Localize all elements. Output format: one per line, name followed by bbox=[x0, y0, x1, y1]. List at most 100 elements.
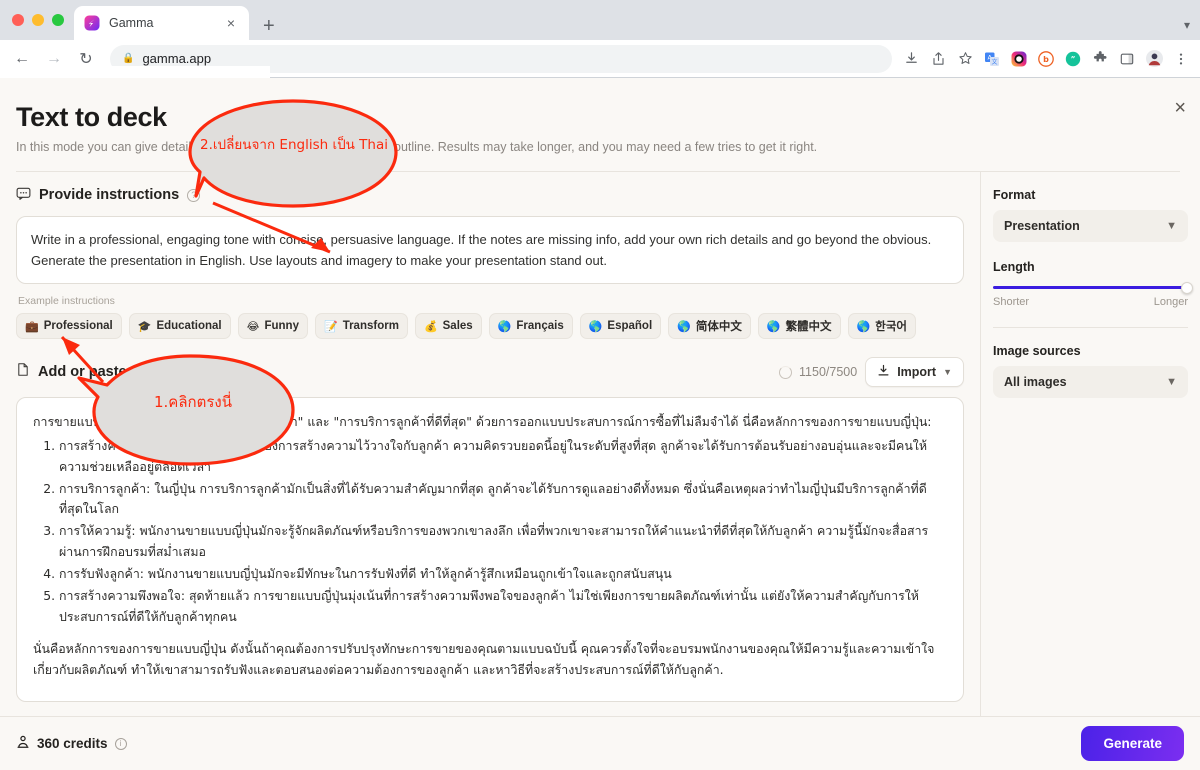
chip-label: 简体中文 bbox=[695, 321, 742, 334]
downloads-icon[interactable] bbox=[902, 50, 920, 68]
list-item: การให้ความรู้: พนักงานขายแบบญี่ปุ่นมักจะ… bbox=[59, 521, 947, 563]
chip-traditional-chinese[interactable]: 🌎 繁體中文 bbox=[757, 313, 841, 340]
memo-icon: 📝 bbox=[323, 320, 338, 333]
grammarly-icon[interactable]: ” bbox=[1064, 50, 1082, 68]
tab-list-chevron-icon[interactable]: ▾ bbox=[1184, 18, 1190, 32]
info-icon[interactable]: i bbox=[114, 737, 127, 750]
tab-close-icon[interactable]: × bbox=[223, 14, 239, 32]
chip-espanol[interactable]: 🌎 Español bbox=[579, 313, 662, 340]
format-select[interactable]: Presentation ▼ bbox=[993, 210, 1188, 242]
instructions-input[interactable]: Write in a professional, engaging tone w… bbox=[16, 216, 964, 285]
toolbar-icons: A文 b ” bbox=[902, 50, 1192, 68]
image-sources-select[interactable]: All images ▼ bbox=[993, 366, 1188, 398]
chip-simplified-chinese[interactable]: 🌎 简体中文 bbox=[668, 313, 751, 340]
import-label: Import bbox=[897, 365, 937, 380]
instructions-title: Provide instructions bbox=[39, 187, 180, 203]
maximize-window-button[interactable] bbox=[52, 14, 64, 26]
money-bag-icon: 💰 bbox=[423, 320, 438, 333]
chip-funny[interactable]: 😂 Funny bbox=[237, 313, 308, 340]
char-count-text: 1150/7500 bbox=[799, 365, 858, 380]
chip-sales[interactable]: 💰 Sales bbox=[414, 313, 482, 340]
instructions-section-header: Provide instructions ? bbox=[16, 172, 964, 216]
modal-footer: 360 credits i Generate bbox=[0, 716, 1200, 770]
content-editor[interactable]: การขายแบบญี่ปุ่นมีหลักการที่ว่า "ลูกค้าค… bbox=[16, 397, 964, 702]
list-item: การบริการลูกค้า: ในญี่ปุ่น การบริการลูกค… bbox=[59, 479, 947, 521]
modal-header: Text to deck In this mode you can give d… bbox=[0, 78, 1200, 172]
left-column: Provide instructions ? Write in a profes… bbox=[0, 172, 980, 716]
chip-label: 한국어 bbox=[875, 321, 908, 334]
annotation-text-step1: 1.คลิกตรงนี่ bbox=[154, 393, 232, 411]
editor-tail: นั่นคือหลักการของการขายแบบญี่ปุ่น ดังนั้… bbox=[33, 641, 935, 678]
browser-window: Gamma × + ▾ ← → ↻ 🔒 gamma.app A文 b ” × T… bbox=[0, 0, 1200, 770]
chevron-down-icon: ▼ bbox=[1166, 220, 1177, 232]
chip-francais[interactable]: 🌎 Français bbox=[488, 313, 573, 340]
side-panel-icon[interactable] bbox=[1118, 50, 1136, 68]
chip-label: Transform bbox=[342, 320, 399, 333]
graduation-icon: 🎓 bbox=[137, 320, 152, 333]
minimize-window-button[interactable] bbox=[32, 14, 44, 26]
chip-label: Funny bbox=[264, 320, 299, 333]
chip-label: Español bbox=[607, 320, 653, 333]
list-item: การรับฟังลูกค้า: พนักงานขายแบบญี่ปุ่นมัก… bbox=[59, 564, 947, 585]
length-shorter-label: Shorter bbox=[993, 296, 1030, 308]
length-longer-label: Longer bbox=[1153, 296, 1188, 308]
slider-track[interactable] bbox=[993, 281, 1193, 294]
chip-educational[interactable]: 🎓 Educational bbox=[128, 313, 231, 340]
import-button[interactable]: Import ▼ bbox=[865, 357, 964, 388]
window-controls[interactable] bbox=[10, 0, 74, 40]
editor-list: การสร้างความไว้วางใจ: ความสำคัญของการสร้… bbox=[33, 436, 947, 627]
browser-tab[interactable]: Gamma × bbox=[74, 6, 249, 40]
format-value: Presentation bbox=[1004, 219, 1080, 233]
length-label: Length bbox=[993, 260, 1035, 274]
bookmark-star-icon[interactable] bbox=[956, 50, 974, 68]
briefcase-icon: 💼 bbox=[25, 320, 39, 333]
chip-professional[interactable]: 💼 Professional bbox=[16, 313, 122, 340]
generate-button[interactable]: Generate bbox=[1081, 726, 1184, 761]
list-item: การสร้างความพึงพอใจ: สุดท้ายแล้ว การขายแ… bbox=[59, 586, 947, 628]
import-download-icon bbox=[877, 364, 890, 380]
chip-label: Sales bbox=[442, 320, 473, 333]
modal-body: Provide instructions ? Write in a profes… bbox=[0, 172, 1200, 716]
format-label: Format bbox=[993, 188, 1036, 202]
tab-strip: Gamma × + ▾ bbox=[0, 0, 1200, 40]
length-slider[interactable]: Shorter Longer bbox=[993, 281, 1193, 308]
chat-bubble-icon bbox=[16, 186, 31, 204]
translate-icon[interactable]: A文 bbox=[983, 50, 1001, 68]
extensions-puzzle-icon[interactable] bbox=[1091, 50, 1109, 68]
chip-label: Français bbox=[516, 320, 564, 333]
new-tab-button[interactable]: + bbox=[263, 16, 275, 36]
share-icon[interactable] bbox=[929, 50, 947, 68]
globe-icon: 🌎 bbox=[677, 320, 691, 333]
url-text: gamma.app bbox=[142, 51, 212, 66]
globe-icon: 🌎 bbox=[856, 320, 871, 333]
modal-subtitle: In this mode you can give detailed instr… bbox=[16, 140, 818, 154]
chip-label: Professional bbox=[43, 320, 113, 333]
sidebar-divider bbox=[993, 327, 1188, 328]
chip-label: 繁體中文 bbox=[785, 321, 832, 334]
close-icon[interactable]: × bbox=[1174, 98, 1186, 118]
chip-korean[interactable]: 🌎 한국어 bbox=[847, 313, 917, 340]
svg-text:文: 文 bbox=[991, 58, 997, 66]
slider-knob[interactable] bbox=[1181, 281, 1193, 294]
credits-display: 360 credits i bbox=[16, 735, 127, 752]
lock-icon: 🔒 bbox=[122, 53, 135, 64]
credits-person-icon bbox=[16, 735, 30, 752]
instagram-icon[interactable] bbox=[1010, 50, 1028, 68]
chevron-down-icon: ▼ bbox=[943, 367, 952, 378]
laughing-face-icon: 😂 bbox=[246, 320, 260, 333]
character-counter: 1150/7500 bbox=[779, 365, 857, 379]
svg-text:b: b bbox=[1043, 55, 1049, 64]
close-window-button[interactable] bbox=[12, 14, 24, 26]
profile-avatar-icon[interactable] bbox=[1145, 50, 1163, 68]
globe-icon: 🌎 bbox=[766, 320, 781, 333]
credits-label: 360 credits bbox=[37, 736, 108, 751]
question-mark-icon[interactable]: ? bbox=[187, 188, 201, 202]
chrome-menu-icon[interactable] bbox=[1172, 50, 1190, 68]
text-to-deck-modal: × Text to deck In this mode you can give… bbox=[0, 78, 1200, 770]
editor-intro: การขายแบบญี่ปุ่นมีหลักการที่ว่า "ลูกค้าค… bbox=[33, 414, 932, 430]
bitly-icon[interactable]: b bbox=[1037, 50, 1055, 68]
svg-text:”: ” bbox=[1071, 54, 1076, 64]
chip-transform[interactable]: 📝 Transform bbox=[314, 313, 408, 340]
chip-label: Educational bbox=[156, 320, 222, 333]
annotation-text-step2: 2.เปลี่ยนจาก English เป็น Thai bbox=[200, 137, 388, 153]
